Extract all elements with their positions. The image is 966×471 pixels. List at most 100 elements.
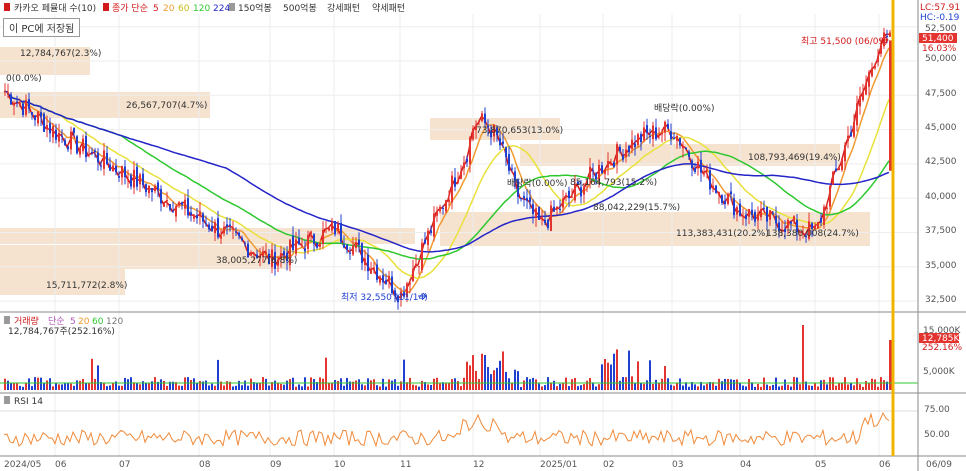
volume-bar — [604, 359, 606, 390]
candle-body — [346, 244, 348, 250]
candle-body — [385, 280, 387, 284]
ma-period-224: 224 — [213, 4, 230, 14]
candle-body — [370, 269, 372, 274]
rsi-y-75: 75.00 — [924, 405, 950, 415]
volume-bar — [832, 377, 834, 390]
volume-bar — [265, 378, 267, 390]
candle-body — [304, 248, 306, 252]
volume-bar — [178, 385, 180, 390]
volume-bar — [139, 384, 141, 390]
candle-body — [613, 162, 615, 168]
candle-body — [121, 165, 123, 178]
candle-body — [553, 206, 555, 212]
candle-body — [511, 168, 513, 170]
volume-bar — [127, 379, 129, 390]
candle-body — [160, 189, 162, 204]
candle-body — [484, 113, 486, 123]
header-swatch-2 — [103, 3, 109, 11]
candle-body — [625, 149, 627, 158]
volume-ma-5: 5 — [70, 317, 76, 327]
candle-body — [532, 204, 534, 215]
rsi-line — [0, 410, 918, 448]
candle-body — [349, 252, 351, 254]
volume-bar — [670, 384, 672, 390]
candle-body — [343, 244, 345, 248]
candle-body — [787, 219, 789, 229]
candle-body — [658, 134, 660, 136]
candle-body — [376, 264, 378, 280]
volume-bar — [112, 383, 114, 390]
volume-bar — [514, 369, 516, 390]
candle-body — [367, 254, 369, 272]
candle-body — [823, 206, 825, 225]
volume-bar — [385, 386, 387, 390]
volume-bar — [412, 384, 414, 390]
candle-body — [535, 208, 537, 218]
candle-body — [217, 218, 219, 238]
candle-body — [502, 141, 504, 144]
save-tooltip: 이 PC에 저장됨 — [3, 18, 81, 37]
candle-body — [655, 127, 657, 140]
ma-period-120: 120 — [193, 4, 210, 14]
stock-title[interactable]: 카카오 페뮬대 수(10) — [14, 3, 96, 14]
candle-body — [478, 121, 480, 123]
candle-body — [55, 129, 57, 140]
candle-body — [112, 165, 114, 172]
volume-bar — [679, 378, 681, 390]
volume-bar — [640, 383, 642, 390]
candle-body — [202, 213, 204, 222]
volume-bar — [454, 378, 456, 390]
volume-bar — [748, 378, 750, 390]
volume-bar — [388, 379, 390, 390]
volume-bar — [211, 383, 213, 390]
volume-bar — [61, 384, 63, 390]
candle-body — [292, 235, 294, 251]
x-tick-2: 07 — [119, 460, 130, 470]
volume-bar — [433, 378, 435, 390]
candle-body — [544, 219, 546, 224]
volume-bar — [67, 382, 69, 390]
candle-body — [115, 165, 117, 173]
candle-body — [421, 243, 423, 271]
volume-bar — [373, 379, 375, 390]
volume-bar — [769, 386, 771, 390]
candle-body — [748, 209, 750, 217]
x-tick-10: 03 — [672, 460, 683, 470]
candle-body — [853, 121, 855, 137]
volume-bar — [208, 385, 210, 390]
candle-body — [520, 198, 522, 200]
volume-bar — [274, 380, 276, 390]
candle-body — [25, 99, 27, 115]
stock-chart[interactable]: 카카오 페뮬대 수(10) 종가 단순 5 20 60 120 224 150억… — [0, 0, 966, 471]
volume-bar — [325, 357, 327, 390]
candle-body — [460, 171, 462, 179]
volume-bar — [25, 382, 27, 390]
candle-body — [841, 158, 843, 171]
candle-body — [619, 146, 621, 152]
volume-bar — [28, 378, 30, 390]
volume-bar — [850, 382, 852, 390]
candle-body — [244, 242, 246, 244]
volume-bar — [715, 385, 717, 390]
candle-body — [541, 217, 543, 220]
candle-body — [568, 190, 570, 199]
volume-bar — [517, 371, 519, 390]
volume-bar — [58, 384, 60, 390]
candle-body — [847, 135, 849, 142]
volume-bar — [190, 380, 192, 390]
volume-bar — [607, 362, 609, 390]
candle-body — [97, 152, 99, 163]
volume-title: 거래량 — [14, 315, 39, 327]
pattern-label-1: 150억봉 — [238, 2, 272, 14]
candle-body — [439, 206, 441, 212]
volume-bar — [250, 378, 252, 390]
candle-body — [751, 209, 753, 216]
volume-bar — [397, 385, 399, 390]
volume-bar — [733, 379, 735, 390]
candle-body — [67, 146, 69, 150]
candle-body — [508, 154, 510, 171]
candle-body — [301, 245, 303, 247]
volume-bar — [661, 378, 663, 390]
volume-bar — [223, 385, 225, 390]
candle-body — [691, 160, 693, 169]
